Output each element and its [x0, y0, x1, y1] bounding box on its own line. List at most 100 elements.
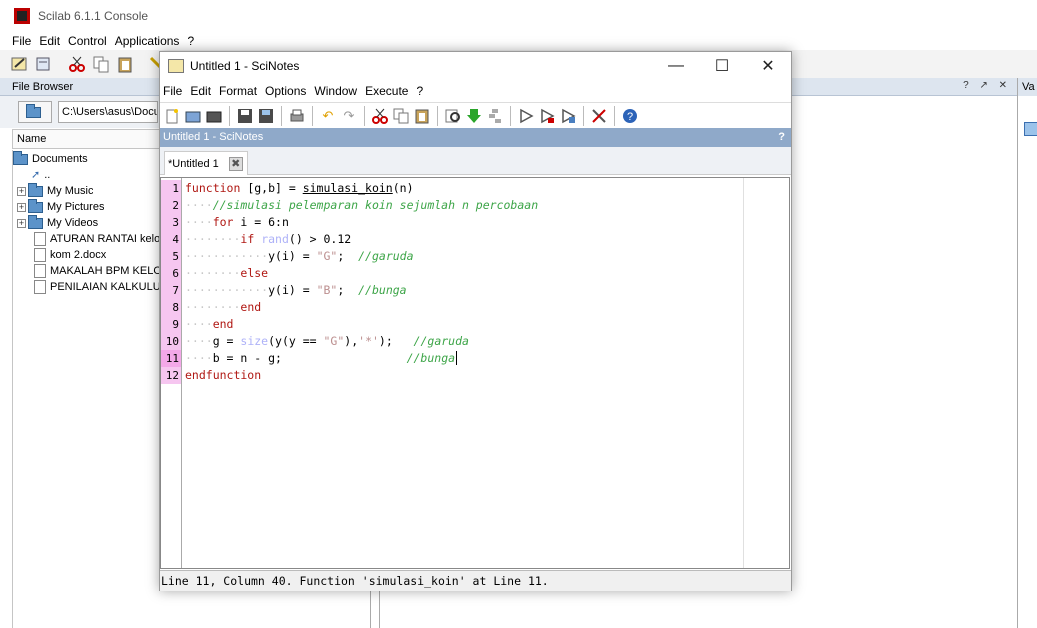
maximize-button[interactable]: ☐ — [699, 52, 745, 80]
scinotes-launch-icon[interactable] — [10, 55, 28, 73]
tree-item-file[interactable]: ATURAN RANTAI kelor — [34, 231, 164, 247]
tree-item-label: PENILAIAN KALKULUS — [50, 281, 168, 293]
print-icon[interactable] — [288, 107, 306, 125]
line-number: 9 — [161, 316, 181, 333]
find-replace-icon[interactable] — [444, 107, 462, 125]
scilab-app-icon — [14, 8, 30, 24]
line-number: 11 — [161, 350, 181, 367]
expand-icon[interactable]: + — [17, 218, 26, 228]
grid-icon[interactable] — [1024, 122, 1037, 136]
folder-icon — [25, 103, 41, 118]
code-line[interactable]: ········if rand() > 0.12 — [185, 231, 351, 248]
folder-icon — [28, 183, 43, 197]
code-line[interactable]: ············y(i) = "B"; //bunga — [185, 282, 407, 299]
text-caret — [456, 351, 457, 365]
tree-item-file[interactable]: kom 2.docx — [34, 247, 106, 263]
toolbar-separator — [583, 105, 584, 126]
file-icon — [34, 280, 46, 294]
file-browser-column-name[interactable]: Name — [12, 129, 160, 149]
run-and-continue-icon[interactable] — [538, 107, 556, 125]
menu-help[interactable]: ? — [416, 84, 423, 98]
tree-item-file[interactable]: MAKALAH BPM KELOMI — [34, 263, 174, 279]
code-line[interactable]: ············y(i) = "G"; //garuda — [185, 248, 414, 265]
cut-icon[interactable] — [68, 55, 86, 73]
redo-icon[interactable]: ↷ — [340, 107, 358, 125]
new-file-icon[interactable] — [163, 107, 181, 125]
console-menu-help[interactable]: ? — [187, 34, 194, 48]
menu-window[interactable]: Window — [314, 84, 357, 98]
file-browser-path-input[interactable]: C:\Users\asus\Docu — [58, 101, 158, 123]
toolbar-separator — [437, 105, 438, 126]
code-line[interactable]: ····end — [185, 316, 233, 333]
copy-icon[interactable] — [392, 107, 410, 125]
variable-browser-panel: Va — [1017, 78, 1037, 628]
code-line[interactable]: endfunction — [185, 367, 261, 384]
code-line[interactable]: ····g = size(y(y == "G"),'*'); //garuda — [185, 333, 469, 350]
menu-execute[interactable]: Execute — [365, 84, 408, 98]
toolbar-separator — [510, 105, 511, 126]
open-file-icon[interactable] — [34, 55, 52, 73]
variable-browser-header: Va — [1018, 78, 1037, 96]
tree-item-my-videos[interactable]: + My Videos — [17, 215, 98, 231]
browse-folder-button[interactable] — [18, 101, 52, 123]
paste-icon[interactable] — [116, 55, 134, 73]
tree-item-my-pictures[interactable]: + My Pictures — [17, 199, 104, 215]
tree-item-my-music[interactable]: + My Music — [17, 183, 93, 199]
expand-icon[interactable]: + — [17, 186, 26, 196]
window-controls: — ☐ ✕ — [653, 52, 791, 80]
save-icon[interactable] — [236, 107, 254, 125]
minimize-button[interactable]: — — [653, 52, 699, 80]
tree-item-label: My Videos — [47, 217, 99, 229]
tree-root-documents[interactable]: Documents — [13, 151, 88, 167]
scinotes-app-icon — [168, 59, 184, 73]
console-menu-file[interactable]: File — [12, 34, 31, 48]
tree-item-label: MAKALAH BPM KELOMI — [50, 265, 175, 277]
help-icon[interactable]: ? — [621, 107, 639, 125]
execute-file-icon[interactable] — [465, 107, 483, 125]
menu-file[interactable]: File — [163, 84, 182, 98]
menu-options[interactable]: Options — [265, 84, 306, 98]
line-number: 7 — [161, 282, 181, 299]
code-line[interactable]: ········else — [185, 265, 268, 282]
open-file-icon[interactable] — [184, 107, 202, 125]
console-splitter[interactable] — [370, 590, 380, 628]
console-menu-control[interactable]: Control — [68, 34, 107, 48]
code-line[interactable]: ····b = n - g; //bunga — [185, 350, 455, 367]
cut-icon[interactable] — [371, 107, 389, 125]
run-icon[interactable] — [517, 107, 535, 125]
copy-icon[interactable] — [92, 55, 110, 73]
open-recent-icon[interactable] — [205, 107, 223, 125]
tree-item-file[interactable]: PENILAIAN KALKULUS — [34, 279, 168, 295]
status-bar: Line 11, Column 40. Function 'simulasi_k… — [160, 570, 791, 591]
code-editor[interactable]: 1 2 3 4 5 6 7 8 9 10 11 12 function [g,b] = simulas… — [160, 177, 790, 569]
toolbar-separator — [364, 105, 365, 126]
tree-item-up[interactable]: ➚.. — [31, 167, 50, 183]
execute-selection-icon[interactable] — [486, 107, 504, 125]
console-menu-edit[interactable]: Edit — [39, 34, 60, 48]
code-line[interactable]: ········end — [185, 299, 261, 316]
folder-icon — [28, 199, 43, 213]
menu-edit[interactable]: Edit — [190, 84, 211, 98]
docked-help-button[interactable]: ? — [778, 128, 785, 147]
code-line[interactable]: ····//simulasi pelemparan koin sejumlah … — [185, 197, 538, 214]
console-titlebar: Scilab 6.1.1 Console — [0, 0, 1037, 32]
console-menu-applications[interactable]: Applications — [115, 34, 180, 48]
undo-icon[interactable]: ↶ — [319, 107, 337, 125]
paste-icon[interactable] — [413, 107, 431, 125]
menu-format[interactable]: Format — [219, 84, 257, 98]
line-number: 1 — [161, 180, 181, 197]
panel-controls-icon[interactable]: ? ↗ ✕ — [963, 80, 1011, 91]
run-until-cursor-icon[interactable] — [559, 107, 577, 125]
toolbar-separator — [614, 105, 615, 126]
close-button[interactable]: ✕ — [745, 52, 791, 80]
tab-untitled-1[interactable]: *Untitled 1 ✖ — [164, 151, 248, 175]
tools-icon[interactable] — [590, 107, 608, 125]
line-number: 8 — [161, 299, 181, 316]
save-as-icon[interactable] — [257, 107, 275, 125]
code-line[interactable]: ····for i = 6:n — [185, 214, 289, 231]
file-browser-pathbar: C:\Users\asus\Docu — [0, 96, 160, 128]
code-line[interactable]: function [g,b] = simulasi_koin(n) — [185, 180, 414, 197]
line-number: 12 — [161, 367, 181, 384]
expand-icon[interactable]: + — [17, 202, 26, 212]
close-tab-icon[interactable]: ✖ — [228, 156, 243, 171]
